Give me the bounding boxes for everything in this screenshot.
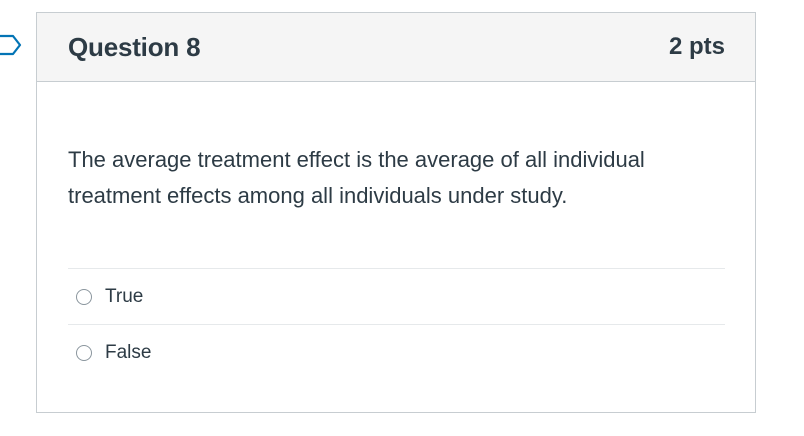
answer-label: False: [105, 342, 152, 363]
question-text: The average treatment effect is the aver…: [68, 147, 645, 208]
flag-question-icon[interactable]: [0, 34, 22, 56]
answer-option-false[interactable]: False: [68, 325, 725, 381]
answer-list: True False: [68, 268, 725, 381]
question-header: Question 8 2 pts: [37, 13, 755, 82]
radio-button[interactable]: [76, 345, 92, 361]
answer-option-true[interactable]: True: [68, 269, 725, 325]
question-title: Question 8: [68, 31, 201, 62]
question-card: Question 8 2 pts The average treatment e…: [36, 12, 756, 413]
question-body: The average treatment effect is the aver…: [37, 82, 755, 381]
radio-button[interactable]: [76, 288, 92, 305]
question-points: 2 pts: [668, 33, 725, 60]
answer-label: True: [105, 285, 144, 307]
